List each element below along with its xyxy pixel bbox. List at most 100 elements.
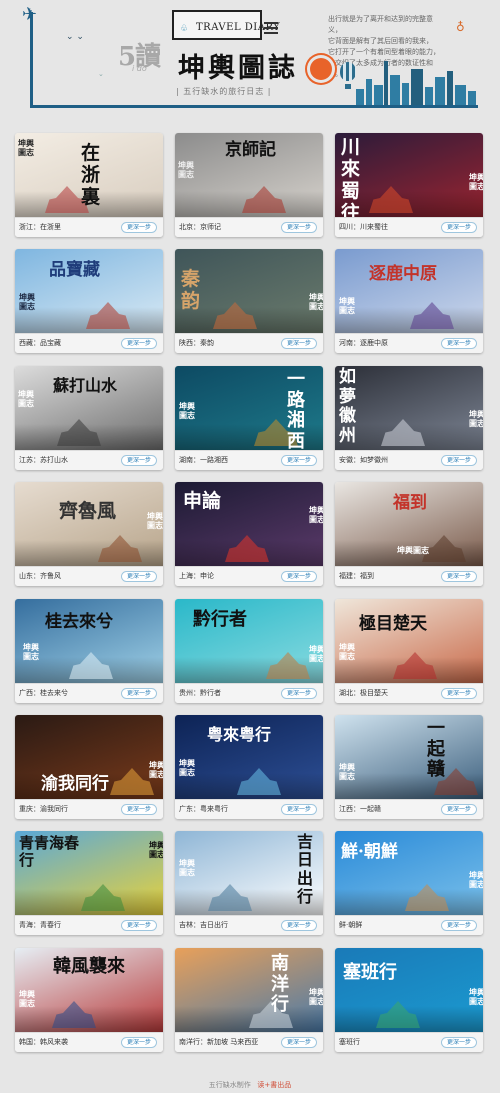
destination-cover-image[interactable]: 南洋行 坤輿圖志 [175,948,323,1032]
read-more-button[interactable]: 更深一步 [440,222,477,233]
destination-card[interactable]: 逐鹿中原 坤輿圖志 河南：逐鹿中原 更深一步 [335,249,483,353]
read-more-button[interactable]: 更深一步 [120,338,157,349]
scenery-shape [335,307,483,333]
destination-card[interactable]: 渝我同行 坤輿圖志重庆：渝我同行 更深一步 [15,715,163,819]
destination-cover-image[interactable]: 鮮·朝鮮 坤輿圖志 [335,831,483,915]
destination-card[interactable]: 桂去來兮 坤輿圖志 广西：桂去来兮 更深一步 [15,599,163,703]
read-more-button[interactable]: 更深一步 [280,804,317,815]
destination-cover-image[interactable]: 逐鹿中原 坤輿圖志 [335,249,483,333]
destination-title: 品寶藏 [49,260,100,280]
footer-brand[interactable]: 读+書出品 [257,1081,291,1089]
read-more-button[interactable]: 更深一步 [440,1037,477,1048]
series-stamp: 坤輿圖志 [469,172,483,191]
destination-card[interactable]: 黔行者 坤輿圖志贵州：黔行者 更深一步 [175,599,323,703]
city-skyline-icon [356,58,478,105]
read-more-button[interactable]: 更深一步 [120,1037,157,1048]
read-more-button[interactable]: 更深一步 [280,455,317,466]
destination-card[interactable]: 一路湘西 坤輿圖志 湖南：一路湘西 更深一步 [175,366,323,470]
birds-icon: ⌄ ⌄ [66,32,84,42]
destination-cover-image[interactable]: 塞班行 坤輿圖志 [335,948,483,1032]
destination-cover-image[interactable]: 品寶藏 坤輿圖志 [15,249,163,333]
destination-cover-image[interactable]: 渝我同行 坤輿圖志 [15,715,163,799]
read-more-button[interactable]: 更深一步 [120,804,157,815]
destination-cover-image[interactable]: 齊魯風 坤輿圖志 [15,482,163,566]
destination-cover-image[interactable]: 韓風襲來 坤輿圖志 [15,948,163,1032]
series-stamp: 坤輿圖志 [149,760,163,779]
read-more-button[interactable]: 更深一步 [120,455,157,466]
destination-card[interactable]: 在浙裏 坤輿圖志 浙江：在浙里 更深一步 [15,133,163,237]
destination-cover-image[interactable]: 黔行者 坤輿圖志 [175,599,323,683]
destination-card[interactable]: 鮮·朝鮮 坤輿圖志 鲜·朝鲜 更深一步 [335,831,483,935]
destination-card[interactable]: 吉日出行 坤輿圖志 吉林：吉日出行 更深一步 [175,831,323,935]
destination-card[interactable]: 蘇打山水 坤輿圖志 江苏：苏打山水 更深一步 [15,366,163,470]
destination-title: 黔行者 [193,609,247,630]
read-more-button[interactable]: 更深一步 [440,571,477,582]
read-more-button[interactable]: 更深一步 [440,688,477,699]
destination-cover-image[interactable]: 吉日出行 坤輿圖志 [175,831,323,915]
destination-cover-image[interactable]: 如夢徽州 坤輿圖志 [335,366,483,450]
card-footer: 北京：京师记 更深一步 [175,217,323,237]
series-stamp: 坤輿圖志 [339,296,355,315]
card-footer: 江苏：苏打山水 更深一步 [15,450,163,470]
card-footer: 安徽：如梦徽州 更深一步 [335,450,483,470]
read-more-button[interactable]: 更深一步 [120,571,157,582]
destination-cover-image[interactable]: 桂去來兮 坤輿圖志 [15,599,163,683]
read-more-button[interactable]: 更深一步 [440,920,477,931]
destination-card[interactable]: 粤來粤行 坤輿圖志 广东：粤来粤行 更深一步 [175,715,323,819]
read-more-button[interactable]: 更深一步 [280,338,317,349]
destination-cover-image[interactable]: 蘇打山水 坤輿圖志 [15,366,163,450]
destination-label: 贵州：黔行者 [179,689,221,697]
intro-line: 它打开了一个有着同型着眼的能力， [328,48,440,56]
destination-cover-image[interactable]: 申論 坤輿圖志 [175,482,323,566]
read-more-button[interactable]: 更深一步 [280,222,317,233]
read-more-button[interactable]: 更深一步 [280,920,317,931]
destination-card[interactable]: 京師記 坤輿圖志 北京：京师记 更深一步 [175,133,323,237]
read-more-button[interactable]: 更深一步 [280,1037,317,1048]
destination-cover-image[interactable]: 在浙裏 坤輿圖志 [15,133,163,217]
destination-card[interactable]: 齊魯風 坤輿圖志 山东：齐鲁风 更深一步 [15,482,163,586]
read-more-button[interactable]: 更深一步 [280,571,317,582]
destination-card[interactable]: 秦韵 坤輿圖志 陕西：秦韵 更深一步 [175,249,323,353]
series-stamp: 坤輿圖志 [179,401,195,420]
read-more-button[interactable]: 更深一步 [120,222,157,233]
destination-card[interactable]: 如夢徽州 坤輿圖志 安徽：如梦徽州 更深一步 [335,366,483,470]
read-more-button[interactable]: 更深一步 [440,455,477,466]
destination-cover-image[interactable]: 川來蜀往 坤輿圖志 [335,133,483,217]
read-more-button[interactable]: 更深一步 [120,920,157,931]
read-more-button[interactable]: 更深一步 [440,804,477,815]
destination-cover-image[interactable]: 京師記 坤輿圖志 [175,133,323,217]
card-footer: 湖北：极目楚天 更深一步 [335,683,483,703]
read-more-button[interactable]: 更深一步 [280,688,317,699]
destination-card[interactable]: 福到 坤輿圖志 福建：福到 更深一步 [335,482,483,586]
read-more-button[interactable]: 更深一步 [440,338,477,349]
read-more-button[interactable]: 更深一步 [120,688,157,699]
destination-label: 重庆：渝我同行 [19,805,68,813]
series-stamp: 坤輿圖志 [179,758,195,777]
series-stamp: 坤輿圖志 [19,292,35,311]
series-stamp: 坤輿圖志 [469,870,483,889]
destination-card[interactable]: 申論 坤輿圖志 上海：申论 更深一步 [175,482,323,586]
destination-title: 申論 [183,490,222,512]
lantern-icon: ♁ [456,20,465,34]
destination-card[interactable]: 品寶藏 坤輿圖志 西藏：品宝藏 更深一步 [15,249,163,353]
destination-title: 一起贛 [427,718,445,781]
header: ✈ ⌄ ⌄ ⌄ 5讀 i do ♧ TRAVEL DIARY 坤輿圖誌 | 五行… [0,0,500,118]
destination-card[interactable]: 韓風襲來 坤輿圖志 韩国：韩风来袭 更深一步 [15,948,163,1052]
card-footer: 重庆：渝我同行 更深一步 [15,799,163,819]
destination-card[interactable]: 極目楚天 坤輿圖志 湖北：极目楚天 更深一步 [335,599,483,703]
series-stamp: 坤輿圖志 [18,138,34,157]
destination-title: 京師記 [225,140,276,160]
destination-cover-image[interactable]: 極目楚天 坤輿圖志 [335,599,483,683]
destination-cover-image[interactable]: 秦韵 坤輿圖志 [175,249,323,333]
destination-card[interactable]: 南洋行 坤輿圖志 南洋行：新加坡 马来西亚 更深一步 [175,948,323,1052]
destination-cover-image[interactable]: 粤來粤行 坤輿圖志 [175,715,323,799]
destination-cover-image[interactable]: 福到 坤輿圖志 [335,482,483,566]
destination-card[interactable]: 青青海春行 坤輿圖志 青海：青春行 更深一步 [15,831,163,935]
destination-card[interactable]: 塞班行 坤輿圖志 塞班行 更深一步 [335,948,483,1052]
destination-card[interactable]: 川來蜀往 坤輿圖志 四川：川来蜀往 更深一步 [335,133,483,237]
destination-card[interactable]: 一起贛 坤輿圖志 江西：一起赣 更深一步 [335,715,483,819]
destination-cover-image[interactable]: 一路湘西 坤輿圖志 [175,366,323,450]
destination-cover-image[interactable]: 一起贛 坤輿圖志 [335,715,483,799]
destination-cover-image[interactable]: 青青海春行 坤輿圖志 [15,831,163,915]
card-footer: 鲜·朝鲜 更深一步 [335,915,483,935]
